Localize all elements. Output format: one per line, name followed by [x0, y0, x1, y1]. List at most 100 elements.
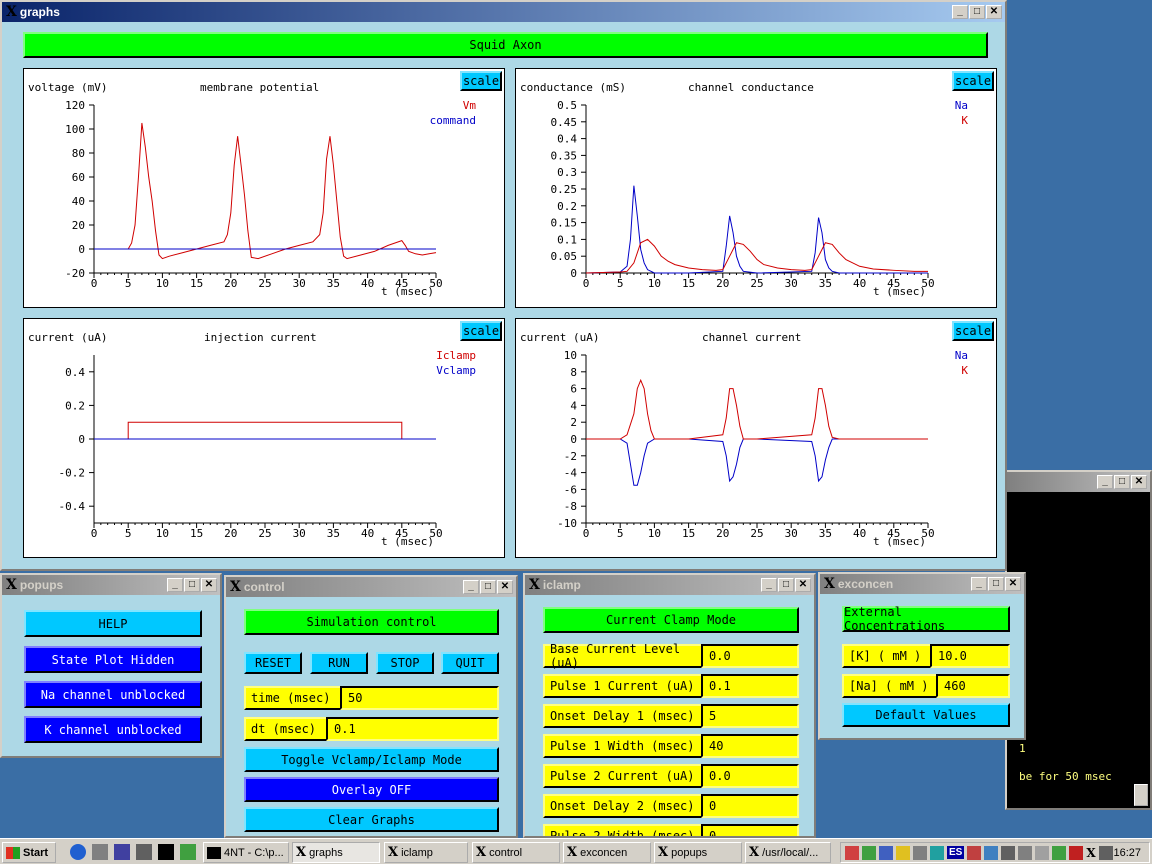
minimize-icon[interactable]: _	[167, 578, 183, 592]
iclamp-field-input[interactable]: 0.1	[701, 674, 799, 698]
taskbar-button[interactable]: 4NT - C:\p...	[203, 842, 289, 863]
x-tick-label: 30	[293, 527, 306, 540]
tray-icon[interactable]	[845, 845, 859, 860]
current-clamp-mode-button[interactable]: Current Clamp Mode	[543, 607, 799, 633]
maximize-icon[interactable]: □	[184, 578, 200, 592]
start-button[interactable]: Start	[2, 842, 56, 863]
clear-graphs-button[interactable]: Clear Graphs	[244, 807, 499, 832]
tray-icon[interactable]	[913, 845, 927, 860]
overlay-button[interactable]: Overlay OFF	[244, 777, 499, 802]
reset-button[interactable]: RESET	[244, 652, 302, 674]
x-tick-label: 25	[750, 527, 763, 540]
maximize-icon[interactable]: □	[969, 5, 985, 19]
taskbar-button[interactable]: Xpopups	[654, 842, 742, 863]
console-line: 1	[1019, 742, 1026, 755]
popups-titlebar[interactable]: X popups _ □ ✕	[2, 575, 220, 595]
console-icon[interactable]	[158, 844, 174, 860]
x-tick-label: 5	[617, 277, 624, 290]
external-concentrations-button[interactable]: External Concentrations	[842, 605, 1010, 633]
time-input[interactable]: 50	[340, 686, 499, 710]
maximize-icon[interactable]: □	[480, 580, 496, 594]
taskbar: Start 4NT - C:\p... Xgraphs Xiclamp Xcontro…	[0, 838, 1152, 864]
taskbar-button[interactable]: Xiclamp	[384, 842, 468, 863]
minimize-icon[interactable]: _	[463, 580, 479, 594]
tray-icon[interactable]	[1001, 845, 1016, 860]
x-tick-label: 35	[819, 527, 832, 540]
taskbar-button[interactable]: Xcontrol	[472, 842, 560, 863]
stop-button[interactable]: STOP	[376, 652, 434, 674]
taskbar-button[interactable]: Xexconcen	[563, 842, 651, 863]
tray-icon[interactable]	[1069, 845, 1084, 860]
y-tick-label: 0.4	[557, 133, 577, 146]
minimize-icon[interactable]: _	[952, 5, 968, 19]
maximize-icon[interactable]: □	[988, 577, 1004, 591]
legend-na: Na	[955, 99, 968, 112]
tool-icon[interactable]	[114, 844, 130, 860]
simulation-control-button[interactable]: Simulation control	[244, 609, 499, 635]
close-icon[interactable]: ✕	[986, 5, 1002, 19]
x-axis-label: t (msec)	[873, 535, 926, 548]
quit-button[interactable]: QUIT	[441, 652, 499, 674]
minimize-icon[interactable]: _	[971, 577, 987, 591]
close-icon[interactable]: ✕	[497, 580, 513, 594]
control-titlebar[interactable]: X control _ □ ✕	[226, 577, 516, 597]
x-icon[interactable]: X	[1086, 846, 1095, 860]
state-plot-button[interactable]: State Plot Hidden	[24, 646, 202, 673]
iclamp-field-input[interactable]: 40	[701, 734, 799, 758]
taskbar-button[interactable]: Xgraphs	[292, 842, 380, 863]
tray-icon[interactable]	[1018, 845, 1033, 860]
console-titlebar[interactable]: _ □ ✕	[1007, 472, 1150, 492]
tray-icon[interactable]	[1052, 845, 1067, 860]
tray-icon[interactable]	[896, 845, 910, 860]
tray-icon[interactable]	[930, 845, 944, 860]
app-icon[interactable]	[180, 844, 196, 860]
iclamp-field-input[interactable]: 5	[701, 704, 799, 728]
maximize-icon[interactable]: □	[1114, 475, 1130, 489]
tray-icon[interactable]	[862, 845, 876, 860]
na-concentration-input[interactable]: 460	[936, 674, 1010, 698]
iclamp-titlebar[interactable]: X iclamp _ □ ✕	[525, 575, 814, 595]
iclamp-field-input[interactable]: 0.0	[701, 764, 799, 788]
tray-icon[interactable]	[984, 845, 999, 860]
network-icon[interactable]	[92, 844, 108, 860]
tray-icon[interactable]	[879, 845, 893, 860]
y-tick-label: 10	[564, 349, 577, 362]
ie-icon[interactable]	[70, 844, 86, 860]
x-tick-label: 40	[853, 277, 866, 290]
help-button[interactable]: HELP	[24, 610, 202, 637]
run-button[interactable]: RUN	[310, 652, 368, 674]
taskbar-button[interactable]: X/usr/local/...	[745, 842, 831, 863]
exconcen-window: X exconcen _ □ ✕ External Concentrations […	[818, 572, 1026, 740]
monitor-icon[interactable]	[136, 844, 152, 860]
iclamp-field-input[interactable]: 0.0	[701, 644, 799, 668]
close-icon[interactable]: ✕	[201, 578, 217, 592]
language-indicator[interactable]: ES	[947, 846, 965, 859]
console-scrollbar[interactable]	[1134, 784, 1148, 806]
x-tick-label: 20	[224, 527, 237, 540]
minimize-icon[interactable]: _	[1097, 475, 1113, 489]
x-tick-label: 5	[125, 277, 132, 290]
k-concentration-input[interactable]: 10.0	[930, 644, 1010, 668]
exconcen-titlebar[interactable]: X exconcen _ □ ✕	[820, 574, 1024, 594]
k-channel-button[interactable]: K channel unblocked	[24, 716, 202, 743]
dt-input[interactable]: 0.1	[326, 717, 499, 741]
plot-svg: 0 5 10 15 20 25 30 35 40 45 5000.050.10.150.20.250…	[551, 99, 969, 298]
default-values-button[interactable]: Default Values	[842, 703, 1010, 727]
graphs-titlebar[interactable]: X graphs _ □ ✕	[2, 2, 1005, 22]
close-icon[interactable]: ✕	[1131, 475, 1147, 489]
squid-axon-button[interactable]: Squid Axon	[23, 32, 988, 58]
close-icon[interactable]: ✕	[1005, 577, 1021, 591]
tray-icon[interactable]	[967, 845, 982, 860]
x-tick-label: 25	[750, 277, 763, 290]
toggle-mode-button[interactable]: Toggle Vclamp/Iclamp Mode	[244, 747, 499, 772]
tray-icon[interactable]	[1035, 845, 1050, 860]
maximize-icon[interactable]: □	[778, 578, 794, 592]
minimize-icon[interactable]: _	[761, 578, 777, 592]
close-icon[interactable]: ✕	[795, 578, 811, 592]
y-tick-label: -10	[557, 517, 577, 530]
iclamp-field-input[interactable]: 0	[701, 794, 799, 818]
na-channel-button[interactable]: Na channel unblocked	[24, 681, 202, 708]
x-tick-label: 25	[258, 527, 271, 540]
iclamp-field-input[interactable]: 0	[701, 824, 799, 836]
tray-icon[interactable]	[1098, 845, 1113, 860]
